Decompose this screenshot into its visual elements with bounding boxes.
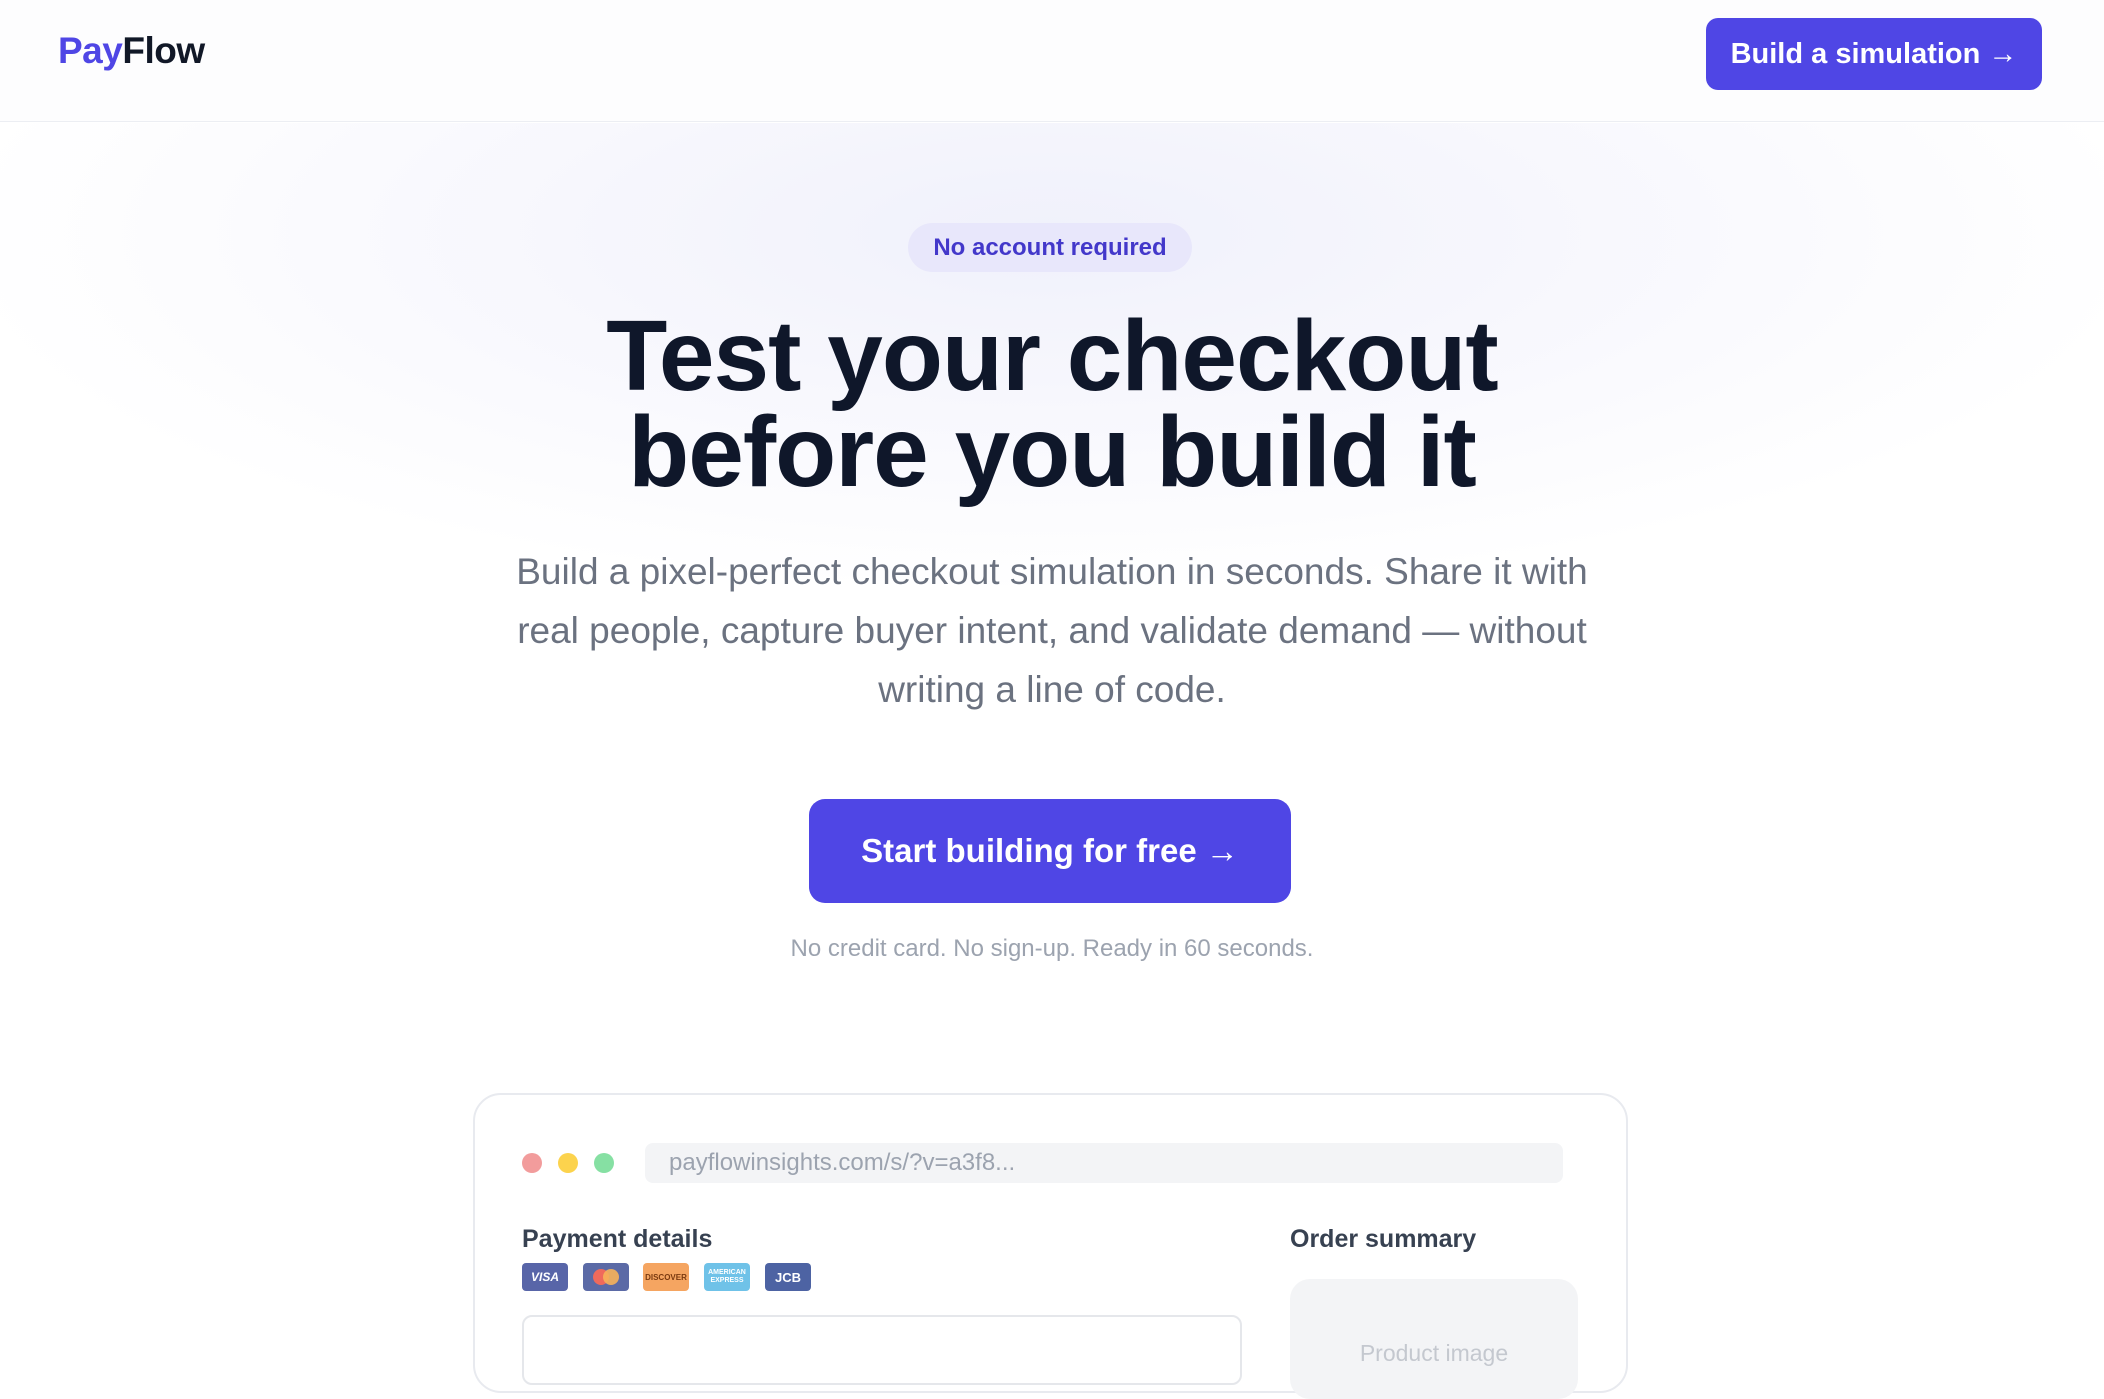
hero-subtitle-line2: real people, capture buyer intent, and v…	[517, 610, 1587, 651]
logo-pay: Pay	[58, 30, 123, 71]
start-building-button[interactable]: Start building for free →	[809, 799, 1291, 903]
window-minimize-dot-icon	[558, 1153, 578, 1173]
hero-subtitle-line1: Build a pixel-perfect checkout simulatio…	[516, 551, 1588, 592]
hero-title: Test your checkout before you build it	[0, 300, 2104, 508]
logo-flow: Flow	[122, 30, 205, 71]
window-close-dot-icon	[522, 1153, 542, 1173]
hero-title-line2: before you build it	[628, 396, 1477, 508]
build-simulation-button[interactable]: Build a simulation →	[1706, 18, 2042, 90]
hero-title-line1: Test your checkout	[606, 300, 1498, 412]
hero-subtitle: Build a pixel-perfect checkout simulatio…	[472, 542, 1632, 719]
discover-card-icon: DISCOVER	[643, 1263, 689, 1291]
preview-url-text: payflowinsights.com/s/?v=a3f8...	[669, 1149, 1016, 1176]
product-image-label: Product image	[1359, 1340, 1509, 1366]
mastercard-card-icon	[583, 1263, 629, 1291]
no-account-badge: No account required	[908, 223, 1192, 272]
product-image-placeholder	[1290, 1279, 1578, 1399]
jcb-card-icon: JCB	[765, 1263, 811, 1291]
window-maximize-dot-icon	[594, 1153, 614, 1173]
preview-url-bar: payflowinsights.com/s/?v=a3f8...	[645, 1143, 1563, 1183]
payment-details-label: Payment details	[522, 1225, 713, 1253]
logo[interactable]: PayFlow	[58, 30, 205, 72]
card-number-input[interactable]	[522, 1315, 1242, 1385]
hero-subtitle-line3: writing a line of code.	[878, 669, 1226, 710]
cta-note: No credit card. No sign-up. Ready in 60 …	[790, 935, 1314, 962]
site-header: PayFlow Build a simulation →	[0, 0, 2104, 122]
amex-card-icon: AMERICAN EXPRESS	[704, 1263, 750, 1291]
order-summary-label: Order summary	[1290, 1225, 1477, 1253]
visa-card-icon: VISA	[522, 1263, 568, 1291]
